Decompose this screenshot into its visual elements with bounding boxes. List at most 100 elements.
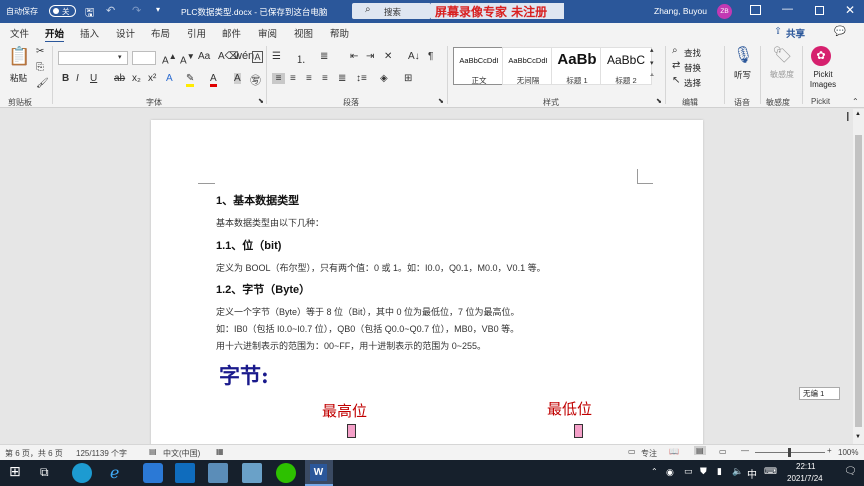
outlook-icon[interactable] bbox=[175, 463, 195, 483]
enclose-char-icon[interactable]: ㊢ bbox=[250, 72, 261, 88]
copy-icon[interactable]: ⎘ bbox=[36, 62, 44, 73]
autosave-toggle[interactable]: 关 bbox=[49, 5, 76, 17]
paste-button[interactable]: 粘贴 bbox=[10, 72, 27, 84]
styles-scroll-up-icon[interactable]: ▴ bbox=[650, 46, 654, 54]
style-heading-1[interactable]: AaBb 标题 1 bbox=[551, 47, 603, 85]
focus-icon[interactable]: ▭ bbox=[628, 447, 636, 456]
bold-icon[interactable]: B bbox=[62, 73, 69, 84]
paragraph-dialog-launcher-icon[interactable]: ⬊ bbox=[438, 97, 444, 105]
zoom-in-icon[interactable]: + bbox=[827, 446, 832, 455]
align-right-icon[interactable]: ≡ bbox=[306, 73, 312, 84]
font-dialog-launcher-icon[interactable]: ⬊ bbox=[258, 97, 264, 105]
scroll-down-icon[interactable]: ▼ bbox=[855, 434, 861, 440]
close-icon[interactable]: ✕ bbox=[845, 3, 855, 17]
tab-home[interactable]: 开始 bbox=[45, 26, 65, 43]
font-color-icon[interactable]: A bbox=[210, 73, 217, 87]
style-heading-2[interactable]: AaBbC 标题 2 bbox=[600, 47, 652, 85]
align-left-icon[interactable]: ≡ bbox=[272, 73, 285, 84]
format-painter-icon[interactable]: 🖌 bbox=[36, 78, 49, 89]
line-spacing-icon[interactable]: ↕≡ bbox=[356, 73, 367, 84]
styles-scroll-down-icon[interactable]: ▾ bbox=[650, 59, 654, 67]
tray-volume-icon[interactable]: 🔈 bbox=[732, 466, 743, 477]
underline-icon[interactable]: U bbox=[90, 73, 97, 84]
clock-date[interactable]: 2021/7/24 bbox=[787, 474, 823, 483]
tab-insert[interactable]: 插入 bbox=[80, 26, 99, 40]
task-view-icon[interactable]: ⧉ bbox=[40, 465, 60, 485]
font-size-field[interactable] bbox=[132, 51, 156, 65]
comment-tag[interactable]: 无编 1 bbox=[799, 387, 840, 400]
tray-network-icon[interactable]: ▭ bbox=[684, 466, 693, 477]
minimize-icon[interactable]: — bbox=[782, 3, 793, 15]
search-box[interactable]: ⌕ 搜索 bbox=[352, 3, 431, 19]
ime-mode-icon[interactable]: ⌨ bbox=[764, 466, 777, 477]
share-icon[interactable]: ⇪ bbox=[774, 26, 782, 37]
collapse-ribbon-icon[interactable]: ⌃ bbox=[852, 97, 859, 106]
focus-mode[interactable]: 专注 bbox=[641, 448, 657, 459]
save-icon[interactable]: 🖫 bbox=[85, 4, 94, 23]
char-border-icon[interactable]: A bbox=[252, 51, 263, 63]
numbering-icon[interactable]: ⒈ bbox=[296, 51, 306, 66]
tab-layout[interactable]: 布局 bbox=[151, 26, 170, 40]
vertical-scrollbar[interactable]: ▲ ▼ bbox=[853, 109, 864, 444]
proofing-icon[interactable]: ▤ bbox=[149, 447, 157, 456]
sort-icon[interactable]: A↓ bbox=[408, 51, 420, 62]
macro-icon[interactable]: ▦ bbox=[216, 447, 224, 456]
app-icon-2[interactable] bbox=[242, 463, 262, 483]
tab-references[interactable]: 引用 bbox=[187, 26, 206, 40]
undo-icon[interactable]: ↶ bbox=[106, 4, 115, 17]
tab-mailings[interactable]: 邮件 bbox=[222, 26, 241, 40]
styles-dialog-launcher-icon[interactable]: ⬊ bbox=[656, 97, 662, 105]
borders-icon[interactable]: ⊞ bbox=[404, 73, 412, 84]
notification-icon[interactable]: 🗨 bbox=[844, 466, 857, 477]
zoom-out-icon[interactable]: — bbox=[741, 446, 749, 455]
superscript-icon[interactable]: x² bbox=[148, 73, 156, 84]
grow-font-icon[interactable]: A▲ bbox=[162, 51, 177, 66]
read-mode-icon[interactable]: 📖 bbox=[669, 447, 679, 456]
strikethrough-icon[interactable]: ab bbox=[114, 73, 125, 84]
tab-review[interactable]: 审阅 bbox=[258, 26, 277, 40]
tray-app-icon[interactable]: ◉ bbox=[666, 467, 674, 478]
multilevel-list-icon[interactable]: ≣ bbox=[320, 51, 328, 62]
ie-icon[interactable]: ℯ bbox=[110, 463, 130, 483]
tab-file[interactable]: 文件 bbox=[10, 26, 29, 40]
find-button[interactable]: 查找 bbox=[684, 47, 701, 59]
select-button[interactable]: 选择 bbox=[684, 77, 701, 89]
find-icon[interactable]: ⌕ bbox=[672, 45, 678, 56]
qat-customize-icon[interactable]: ▾ bbox=[156, 5, 160, 14]
cut-icon[interactable]: ✂ bbox=[36, 46, 44, 57]
language[interactable]: 中文(中国) bbox=[163, 448, 200, 459]
print-layout-icon[interactable]: ▤ bbox=[694, 446, 706, 455]
avatar[interactable]: ZB bbox=[717, 4, 732, 19]
user-name[interactable]: Zhang, Buyou bbox=[654, 6, 707, 16]
subscript-icon[interactable]: x₂ bbox=[132, 73, 141, 84]
document-area[interactable]: 1、基本数据类型 基本数据类型由以下几种： 1.1、位（bit) 定义为 BOO… bbox=[0, 109, 864, 444]
replace-button[interactable]: 替换 bbox=[684, 62, 701, 74]
edge-icon[interactable] bbox=[72, 463, 92, 483]
style-no-spacing[interactable]: AaBbCcDdI 无间隔 bbox=[502, 47, 554, 85]
store-icon[interactable] bbox=[143, 463, 163, 483]
pickit-icon[interactable]: ✿ bbox=[811, 46, 831, 66]
web-layout-icon[interactable]: ▭ bbox=[719, 447, 727, 456]
show-marks-icon[interactable]: ¶ bbox=[428, 51, 433, 62]
zoom-level[interactable]: 100% bbox=[838, 448, 858, 457]
page-count[interactable]: 第 6 页，共 6 页 bbox=[5, 448, 63, 459]
increase-indent-icon[interactable]: ⇥ bbox=[366, 51, 374, 62]
text-effects-icon[interactable]: A bbox=[166, 73, 173, 84]
tab-design[interactable]: 设计 bbox=[116, 26, 135, 40]
select-icon[interactable]: ↖ bbox=[672, 75, 680, 86]
clock-time[interactable]: 22:11 bbox=[796, 462, 815, 471]
decrease-indent-icon[interactable]: ⇤ bbox=[350, 51, 358, 62]
word-icon[interactable]: W bbox=[305, 460, 333, 486]
windows-start-icon[interactable]: ⊞ bbox=[9, 463, 29, 483]
redo-icon[interactable]: ↷ bbox=[132, 4, 141, 17]
align-center-icon[interactable]: ≡ bbox=[290, 73, 296, 84]
char-shading-icon[interactable]: A bbox=[234, 73, 241, 84]
app-icon[interactable] bbox=[208, 463, 228, 483]
sensitivity-button[interactable]: 敏感度 bbox=[770, 70, 794, 79]
pickit-button[interactable]: Pickit Images bbox=[806, 70, 840, 90]
tray-chevron-icon[interactable]: ⌃ bbox=[651, 467, 658, 476]
shrink-font-icon[interactable]: A▼ bbox=[180, 51, 195, 66]
replace-icon[interactable]: ⇄ bbox=[672, 60, 680, 71]
ribbon-display-icon[interactable] bbox=[750, 5, 761, 15]
shading-icon[interactable]: ◈ bbox=[380, 73, 388, 84]
